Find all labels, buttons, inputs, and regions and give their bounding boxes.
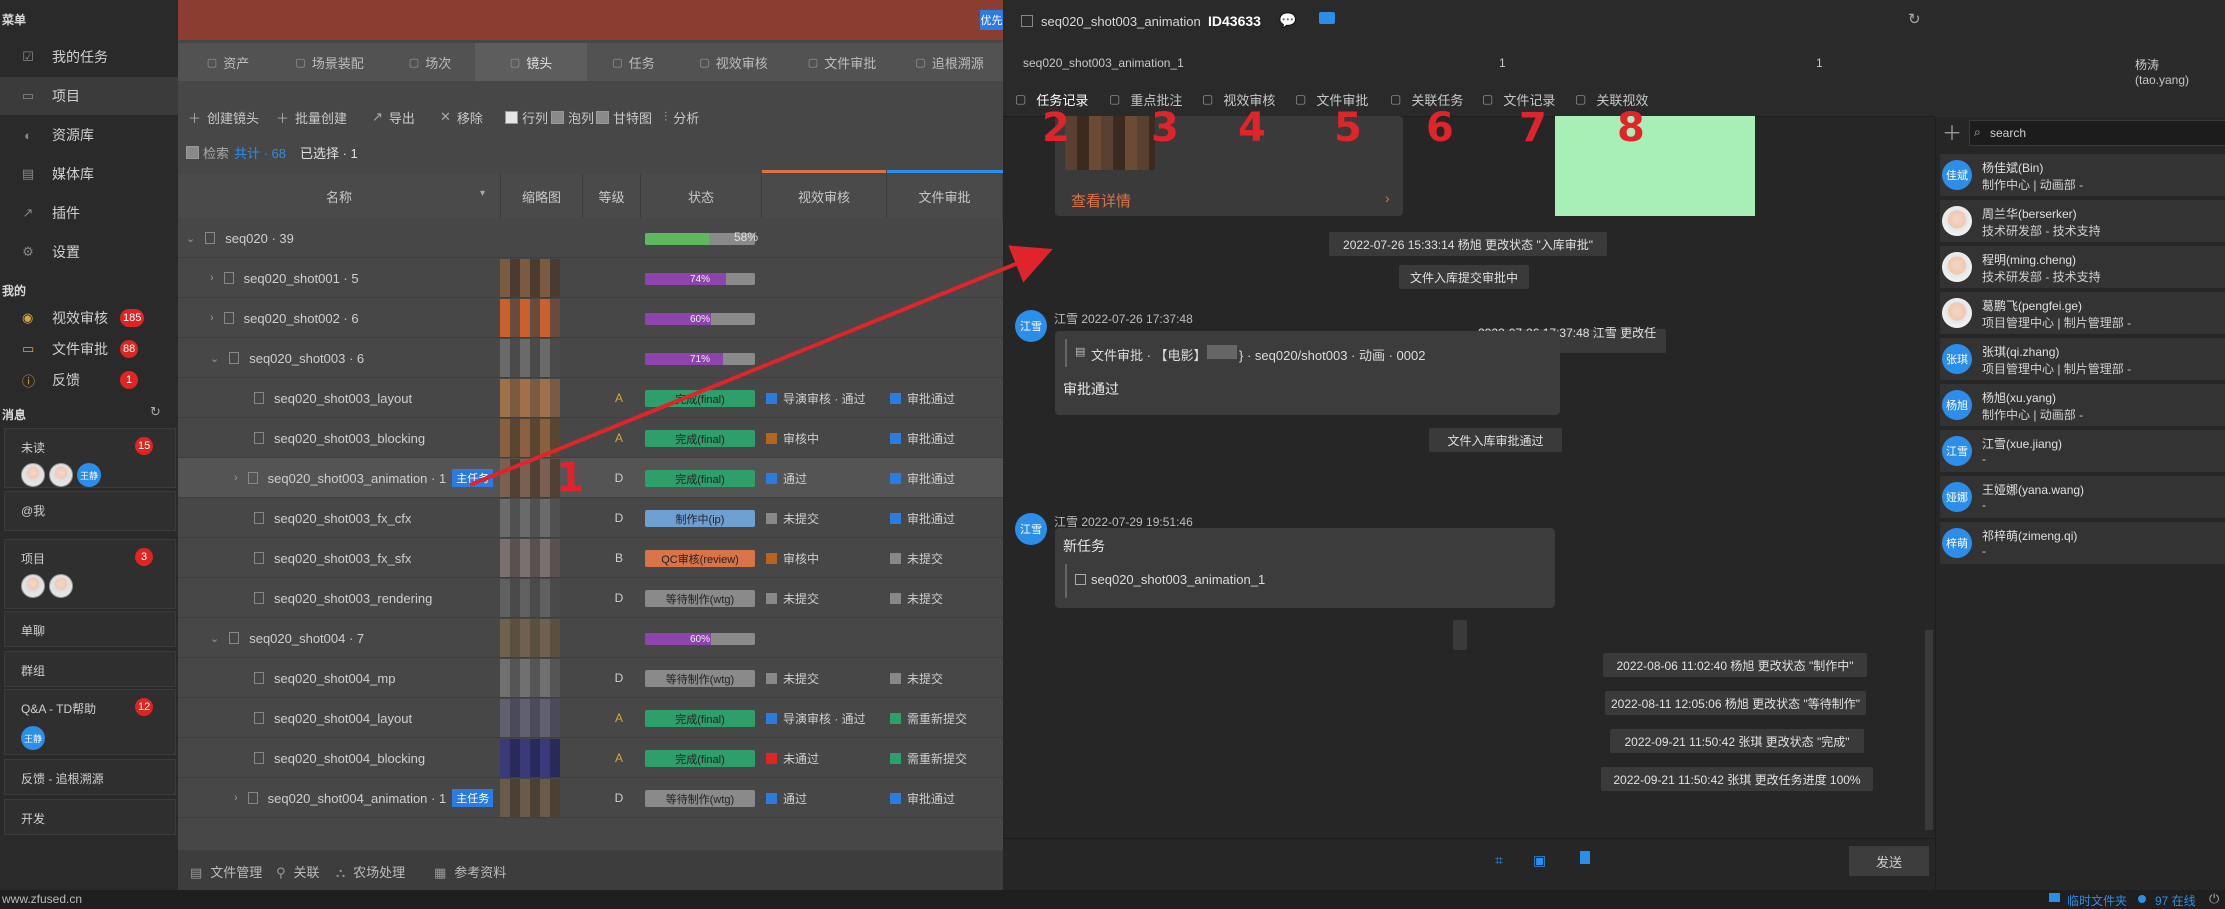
annotation-number: 4 [1238, 105, 1266, 151]
annotation-number: 7 [1519, 105, 1547, 151]
annotation-number: 5 [1334, 105, 1362, 151]
annotation-number: 3 [1151, 105, 1179, 151]
annotation-arrow [469, 245, 1053, 487]
annotation-number: 1 [556, 455, 584, 501]
annotation-number: 2 [1042, 105, 1070, 151]
annotation-number: 6 [1426, 105, 1454, 151]
annotation-overlay [469, 245, 1053, 487]
annotation-number: 8 [1617, 105, 1645, 151]
